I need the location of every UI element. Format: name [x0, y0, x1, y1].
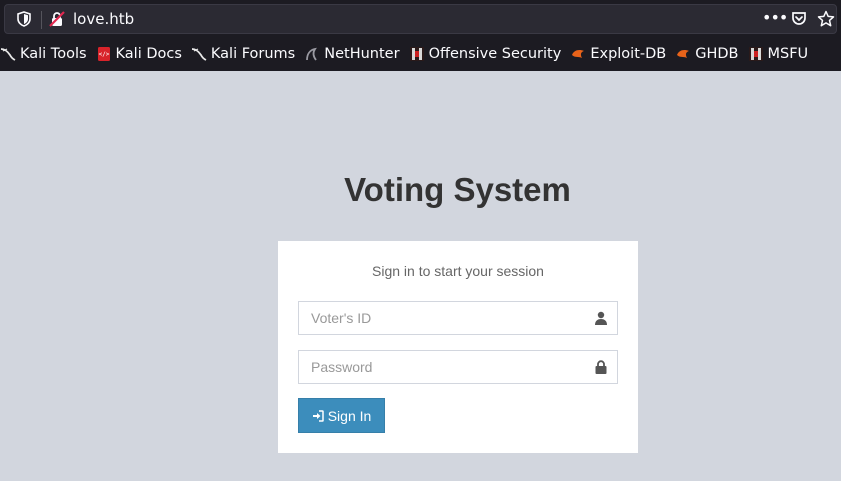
insecure-lock-icon[interactable]: [49, 11, 65, 27]
bookmarks-toolbar: Kali Tools </> Kali Docs Kali Forums Net…: [0, 40, 815, 68]
offsec-icon: [748, 47, 763, 61]
nethunter-icon: [306, 47, 318, 61]
bookmark-label: NetHunter: [324, 46, 400, 62]
voter-id-input[interactable]: [299, 302, 617, 334]
page-title: Voting System: [344, 171, 571, 208]
kali-dragon-icon: [0, 48, 16, 61]
url-bar-divider: [41, 11, 42, 29]
bookmark-exploit-db[interactable]: Exploit-DB: [568, 40, 673, 68]
bookmark-label: Kali Tools: [20, 46, 87, 62]
bookmark-label: Kali Docs: [115, 46, 182, 62]
exploit-db-icon: [677, 50, 690, 58]
sign-in-icon: [312, 409, 324, 422]
bookmark-label: Kali Forums: [210, 46, 296, 62]
bookmark-kali-tools[interactable]: Kali Tools: [0, 40, 94, 68]
offsec-icon: [409, 47, 424, 61]
voter-id-field: [298, 301, 618, 335]
bookmark-label: MSFU: [767, 46, 809, 62]
url-text[interactable]: love.htb: [73, 10, 134, 29]
login-box-message: Sign in to start your session: [372, 263, 544, 279]
bookmark-label: Exploit-DB: [590, 46, 667, 62]
tracking-shield-icon[interactable]: [17, 11, 31, 27]
bookmark-kali-docs[interactable]: </> Kali Docs: [94, 40, 189, 68]
browser-chrome: love.htb ••• Kali Tools </> Kali Docs Ka…: [0, 0, 841, 71]
bookmark-msfu[interactable]: MSFU: [746, 40, 816, 68]
kali-dragon-icon: [191, 48, 207, 61]
password-field: [298, 350, 618, 384]
lock-icon: [595, 360, 607, 374]
bookmark-label: GHDB: [695, 46, 739, 62]
pocket-icon[interactable]: [791, 11, 807, 27]
bookmark-label: Offensive Security: [428, 46, 562, 62]
bookmark-offensive-security[interactable]: Offensive Security: [407, 40, 569, 68]
bookmark-star-icon[interactable]: [817, 10, 835, 28]
kali-docs-icon: </>: [97, 47, 110, 61]
bookmark-kali-forums[interactable]: Kali Forums: [189, 40, 302, 68]
sign-in-button[interactable]: Sign In: [298, 398, 385, 433]
svg-text:</>: </>: [98, 51, 109, 58]
password-input[interactable]: [299, 351, 617, 383]
bookmark-nethunter[interactable]: NetHunter: [302, 40, 406, 68]
sign-in-label: Sign In: [327, 407, 372, 424]
user-icon: [595, 311, 607, 325]
exploit-db-icon: [572, 50, 585, 58]
url-bar[interactable]: love.htb •••: [4, 4, 837, 34]
login-box: Sign in to start your session Sign In: [278, 241, 638, 453]
bookmark-ghdb[interactable]: GHDB: [673, 40, 745, 68]
page-actions-menu-icon[interactable]: •••: [762, 8, 788, 27]
